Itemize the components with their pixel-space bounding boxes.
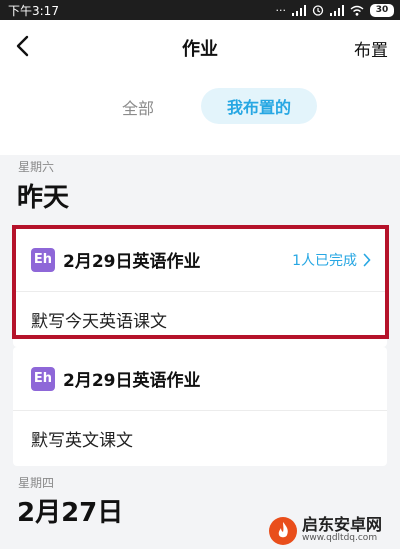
watermark-name: 启东安卓网 xyxy=(302,515,383,535)
card-header: Eh 2月29日英语作业 xyxy=(13,347,387,411)
flame-logo-icon xyxy=(269,516,297,545)
tab-bar: 全部 我布置的 xyxy=(0,75,400,135)
tab-all[interactable]: 全部 xyxy=(122,95,154,119)
completion-status: 1人已完成 xyxy=(292,252,357,269)
chevron-right-icon xyxy=(363,253,371,267)
card-header: Eh 2月29日英语作业 1人已完成 xyxy=(13,228,387,292)
english-badge-icon: Eh xyxy=(31,247,55,272)
card-title: 2月29日英语作业 xyxy=(63,371,201,391)
alarm-icon xyxy=(312,5,324,16)
header: 作业 布置 全部 我布置的 xyxy=(0,20,400,155)
signal-icon xyxy=(330,4,344,16)
weekday-label: 星期六 xyxy=(18,160,55,174)
back-button[interactable] xyxy=(8,32,36,60)
watermark-url: www.qdltdq.com xyxy=(302,533,378,544)
page-title: 作业 xyxy=(182,38,218,60)
day-heading: 昨天 xyxy=(17,183,70,213)
signal-icon xyxy=(292,4,306,16)
dots-icon: ··· xyxy=(275,3,287,17)
english-badge-icon: Eh xyxy=(31,366,55,391)
weekday-label: 星期四 xyxy=(18,476,55,490)
status-icons: ··· 30 xyxy=(275,3,394,17)
chevron-left-icon xyxy=(16,35,29,57)
homework-card[interactable]: Eh 2月29日英语作业 1人已完成 默写今天英语课文 xyxy=(13,228,387,347)
status-bar: 下午3:17 ··· 30 xyxy=(0,0,400,20)
day-heading: 2月27日 xyxy=(17,498,124,528)
assign-button[interactable]: 布置 xyxy=(354,36,388,61)
wifi-icon xyxy=(350,5,364,16)
card-description: 默写今天英语课文 xyxy=(31,312,167,332)
watermark-text: 启东安卓网 www.qdltdq.com xyxy=(302,515,383,544)
card-description: 默写英文课文 xyxy=(31,431,133,451)
tab-mine[interactable]: 我布置的 xyxy=(201,88,317,124)
homework-card[interactable]: Eh 2月29日英语作业 默写英文课文 xyxy=(13,347,387,466)
status-time: 下午3:17 xyxy=(8,3,59,18)
card-title: 2月29日英语作业 xyxy=(63,252,201,272)
battery-icon: 30 xyxy=(370,3,394,17)
watermark-logo: 启东安卓网 www.qdltdq.com xyxy=(268,512,400,549)
nav-bar: 作业 布置 xyxy=(0,20,400,75)
